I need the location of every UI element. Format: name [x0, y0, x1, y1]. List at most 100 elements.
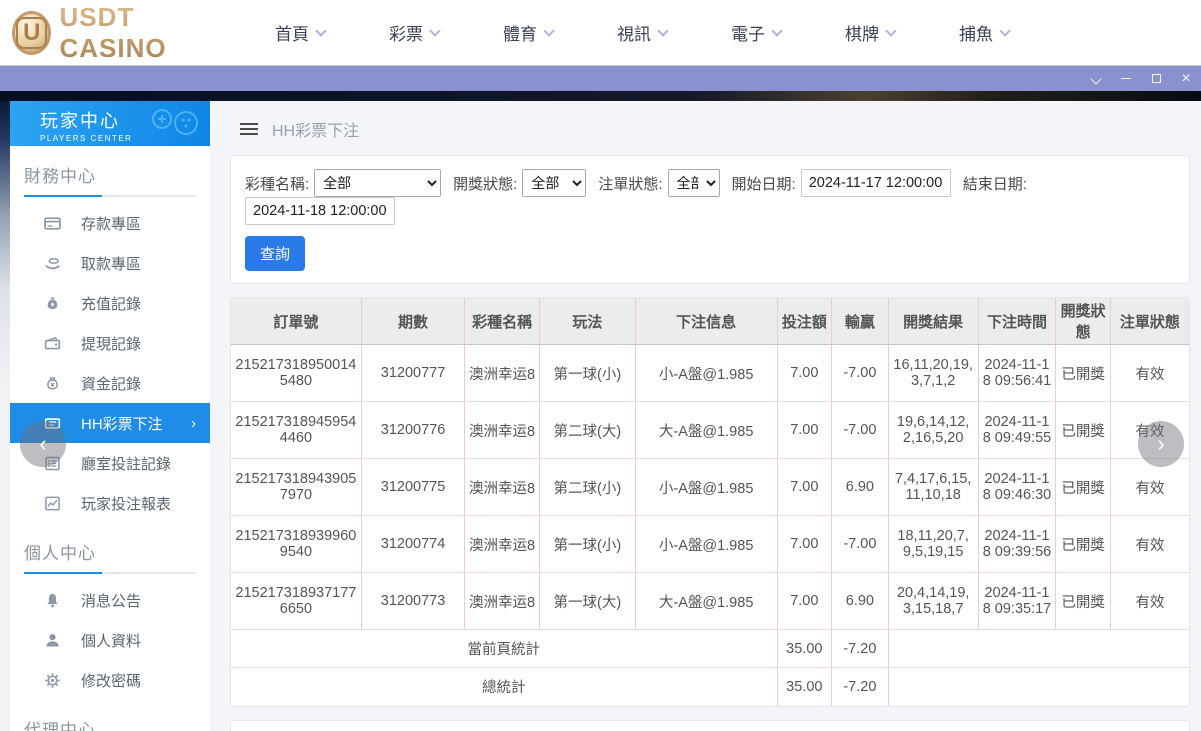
expand-right-button[interactable]: ›: [1138, 421, 1184, 467]
gear-icon: [44, 672, 61, 689]
column-header-開獎結果: 開獎結果: [887, 298, 979, 345]
section-underline: [24, 572, 196, 574]
column-header-玩法: 玩法: [538, 298, 636, 345]
window-close-button[interactable]: ×: [1171, 66, 1201, 92]
table-cell: 31200775: [360, 458, 465, 516]
deposit-card-icon: [44, 215, 61, 232]
players-center-header: 玩家中心 PLAYERS CENTER: [10, 101, 210, 146]
sidebar-item-label: 修改密碼: [81, 672, 142, 690]
sidebar-item-label: 廳室投註記錄: [81, 455, 172, 473]
table-cell: 澳洲幸运8: [464, 458, 540, 516]
order-status-select[interactable]: 全部: [667, 169, 720, 197]
nav-item-7[interactable]: 捕魚: [959, 12, 1011, 53]
chevron-down-icon: [885, 24, 897, 37]
chevron-right-icon: ›: [191, 414, 196, 432]
grand-summary-label: 總統計: [482, 680, 526, 697]
nav-item-label: 首頁: [275, 25, 309, 44]
table-cell: -7.00: [831, 401, 889, 459]
bets-table: 訂單號 期數 彩種名稱 玩法 下注信息 投注額 輸贏 開獎結果 下注時間 開獎狀態 注單狀態 215…: [231, 298, 1189, 706]
nav-item-1[interactable]: 首頁: [275, 12, 327, 53]
nav-item-label: 彩票: [389, 25, 423, 44]
column-header-開獎狀態: 開獎狀態: [1055, 298, 1111, 345]
table-cell: 19,6,14,12,2,16,5,20: [887, 401, 979, 459]
left-edge-decoration: [0, 101, 10, 731]
sidebar-item-label: 玩家投注報表: [81, 495, 172, 513]
nav-item-3[interactable]: 體育: [503, 12, 555, 53]
sidebar-item-label: HH彩票下注: [81, 415, 163, 433]
end-date-label: 結束日期:: [962, 175, 1027, 193]
funds-bag-icon: [44, 375, 61, 392]
sidebar-item-label: 資金記錄: [81, 375, 142, 393]
table-cell: 31200774: [360, 515, 465, 573]
main-menu: 首頁 彩票 體育 視訊 電子 棋牌 捕魚: [275, 12, 1073, 53]
recharge-bag-icon: [44, 295, 61, 312]
nav-item-label: 視訊: [617, 25, 651, 44]
sidebar-item-消息公告[interactable]: 消息公告: [10, 580, 210, 620]
table-cell: 18,11,20,7,9,5,19,15: [887, 515, 979, 573]
table-cell: 澳洲幸运8: [464, 515, 540, 573]
breadcrumb: HH彩票下注: [240, 113, 1190, 145]
start-date-input[interactable]: [800, 169, 951, 197]
table-cell: 已開獎: [1055, 515, 1111, 573]
table-row-1: 2152173189500145480 31200777 澳洲幸运8 第一球(小) 小-…: [231, 344, 1189, 402]
nav-item-6[interactable]: 棋牌: [845, 12, 897, 53]
sidebar-item-個人資料[interactable]: 個人資料: [10, 620, 210, 660]
chevron-down-icon: [543, 24, 555, 37]
order-status-label: 注單狀態:: [598, 175, 663, 193]
table-cell: 2024-11-18 09:46:30: [977, 458, 1056, 516]
sidebar-item-label: 存款專區: [81, 215, 142, 233]
table-cell: 2152173189399609540: [231, 515, 362, 573]
usdt-casino-logo[interactable]: U USDT CASINO: [12, 2, 227, 64]
maximize-icon: [1151, 73, 1161, 83]
window-titlebar: ×: [0, 65, 1201, 91]
table-cell: 20,4,14,19,3,15,18,7: [887, 572, 979, 630]
hamburger-menu-icon[interactable]: [240, 120, 258, 138]
nav-item-label: 捕魚: [959, 25, 993, 44]
table-cell: 第二球(小): [538, 458, 636, 516]
table-cell: 小-A盤@1.985: [634, 515, 778, 573]
end-date-input[interactable]: [245, 197, 395, 225]
draw-status-select[interactable]: 全部: [522, 169, 587, 197]
window-dropdown-button[interactable]: [1081, 66, 1111, 92]
table-row-2: 2152173189459544460 31200776 澳洲幸运8 第二球(大) 大-…: [231, 401, 1189, 459]
table-cell: 2024-11-18 09:39:56: [977, 515, 1056, 573]
table-cell: 澳洲幸运8: [464, 401, 540, 459]
table-cell: 小-A盤@1.985: [634, 344, 778, 402]
nav-item-label: 棋牌: [845, 25, 879, 44]
table-cell: -7.00: [831, 515, 889, 573]
sidebar-section-title-3: 代理中心: [24, 721, 96, 731]
cash-out-icon: [44, 335, 61, 352]
sidebar-item-玩家投注報表[interactable]: 玩家投注報表: [10, 483, 210, 523]
nav-item-5[interactable]: 電子: [731, 12, 783, 53]
chevron-down-icon: [999, 24, 1011, 37]
sidebar-item-充值記錄[interactable]: 充值記錄: [10, 283, 210, 323]
page-summary-empty: [887, 629, 1189, 668]
column-header-期數: 期數: [360, 298, 465, 345]
main-content: HH彩票下注 彩種名稱: 全部 開獎狀態: 全部 注單狀態: 全部 開始日期: …: [210, 101, 1201, 731]
table-cell: 有效: [1109, 458, 1189, 516]
sidebar-item-label: 提現記錄: [81, 335, 142, 353]
grand-summary-row: 總統計 35.00 -7.20: [231, 667, 1189, 706]
nav-item-2[interactable]: 彩票: [389, 12, 441, 53]
logo-letter: U: [16, 16, 48, 49]
page-summary-label: 當前頁統計: [231, 629, 778, 668]
table-cell: 大-A盤@1.985: [634, 401, 778, 459]
nav-item-label: 電子: [731, 25, 765, 44]
sidebar-item-label: 充值記錄: [81, 295, 142, 313]
chevron-down-icon: [315, 24, 327, 37]
sidebar-item-取款專區[interactable]: 取款專區: [10, 243, 210, 283]
collapse-left-button[interactable]: ‹: [20, 421, 66, 467]
sidebar-item-資金記錄[interactable]: 資金記錄: [10, 363, 210, 403]
lottery-name-select[interactable]: 全部: [314, 169, 442, 197]
page-summary-bet-total: 35.00: [776, 629, 832, 668]
nav-item-4[interactable]: 視訊: [617, 12, 669, 53]
sidebar-item-存款專區[interactable]: 存款專區: [10, 203, 210, 243]
sidebar-item-label: 消息公告: [81, 592, 142, 610]
sidebar-item-修改密碼[interactable]: 修改密碼: [10, 660, 210, 700]
page-summary-winloss-total: -7.20: [831, 629, 889, 668]
window-minimize-button[interactable]: [1111, 66, 1141, 92]
table-cell: 2024-11-18 09:56:41: [977, 344, 1056, 402]
search-button[interactable]: 查詢: [245, 236, 306, 271]
window-maximize-button[interactable]: [1141, 66, 1171, 92]
sidebar-item-提現記錄[interactable]: 提現記錄: [10, 323, 210, 363]
